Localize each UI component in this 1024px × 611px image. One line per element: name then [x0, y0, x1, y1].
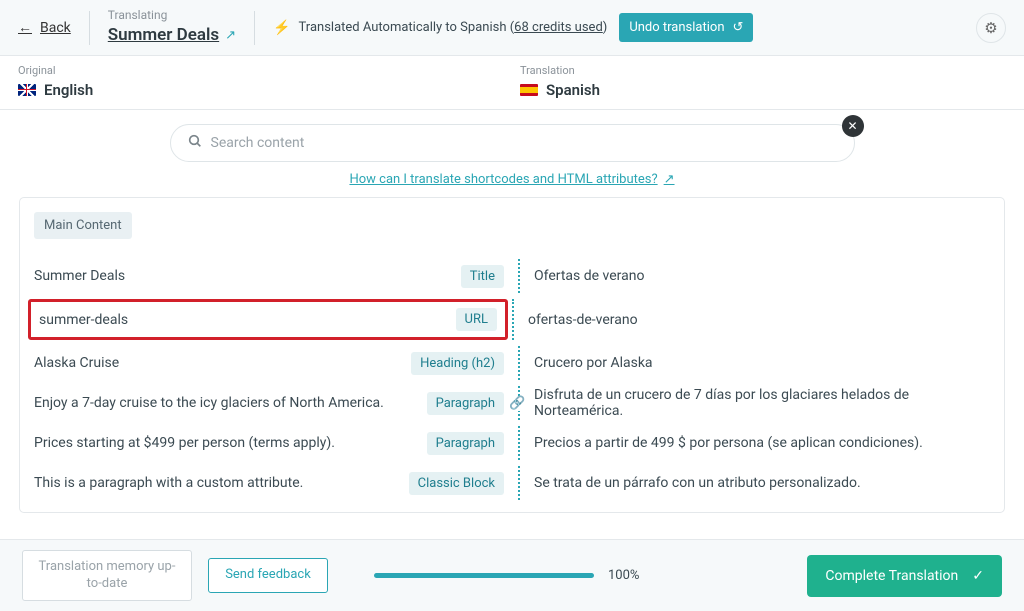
language-bar: Original English Translation Spanish	[0, 56, 1024, 110]
check-icon: ✓	[972, 568, 984, 584]
complete-label: Complete Translation	[825, 568, 958, 584]
settings-button[interactable]: ⚙	[976, 13, 1006, 43]
translation-text[interactable]: Crucero por Alaska	[534, 355, 990, 371]
translation-row[interactable]: Summer Deals Title Ofertas de verano	[34, 257, 990, 295]
original-language-column: Original English	[18, 64, 504, 99]
close-search-button[interactable]: ✕	[842, 115, 864, 137]
translation-row[interactable]: This is a paragraph with a custom attrib…	[34, 464, 990, 502]
source-text: This is a paragraph with a custom attrib…	[34, 475, 303, 491]
source-cell[interactable]: Prices starting at $499 per person (term…	[34, 432, 514, 455]
back-label: Back	[40, 20, 71, 36]
gear-icon: ⚙	[984, 19, 997, 37]
search-input[interactable]	[211, 135, 838, 151]
footer-bar: Translation memory up-to-date Send feedb…	[0, 539, 1024, 611]
source-cell[interactable]: This is a paragraph with a custom attrib…	[34, 472, 514, 495]
translating-block: Translating Summer Deals ↗	[108, 7, 236, 48]
auto-msg-prefix: Translated Automatically to Spanish (	[299, 20, 515, 35]
translation-language-column: Translation Spanish	[504, 64, 1006, 99]
translation-rows: Summer Deals Title Ofertas de verano summer…	[34, 257, 990, 502]
translation-language-name: Spanish	[546, 81, 600, 99]
top-bar: ← Back Translating Summer Deals ↗ ⚡ Tran…	[0, 0, 1024, 56]
translation-row[interactable]: Alaska Cruise Heading (h2) Crucero por Ala…	[34, 344, 990, 382]
column-divider	[518, 426, 520, 460]
flag-icon-en	[18, 84, 36, 96]
translation-row[interactable]: summer-deals URL ofertas-de-verano	[34, 297, 990, 342]
translation-text[interactable]: Se trata de un párrafo con un atributo p…	[534, 475, 990, 491]
auto-translate-message: ⚡ Translated Automatically to Spanish (6…	[273, 20, 607, 36]
content-type-badge: Heading (h2)	[411, 352, 504, 375]
content-type-badge: Paragraph	[427, 392, 504, 415]
external-link-icon: ↗	[225, 27, 236, 45]
source-text: Prices starting at $499 per person (term…	[34, 435, 335, 451]
source-text: summer-deals	[39, 312, 128, 328]
external-link-icon: ↗	[664, 172, 675, 187]
page-title-row[interactable]: Summer Deals ↗	[108, 24, 236, 48]
source-cell[interactable]: Summer Deals Title	[34, 265, 514, 288]
original-label: Original	[18, 64, 504, 77]
translation-text[interactable]: Precios a partir de 499 $ por persona (s…	[534, 435, 990, 451]
credits-link[interactable]: 68 credits used	[514, 20, 603, 35]
progress-section: 100%	[344, 568, 791, 583]
search-box[interactable]: ✕	[170, 124, 855, 162]
section-title-badge: Main Content	[34, 212, 132, 239]
translation-text[interactable]: Ofertas de verano	[534, 268, 990, 284]
translating-label: Translating	[108, 7, 236, 24]
send-feedback-button[interactable]: Send feedback	[208, 558, 328, 593]
source-cell[interactable]: summer-deals URL	[28, 299, 508, 340]
help-link-text: How can I translate shortcodes and HTML …	[349, 172, 657, 187]
undo-translation-button[interactable]: Undo translation ↺	[619, 13, 753, 42]
source-text: Summer Deals	[34, 268, 125, 284]
translation-memory-status: Translation memory up-to-date	[22, 550, 192, 602]
auto-msg-suffix: )	[603, 20, 608, 35]
source-text: Enjoy a 7-day cruise to the icy glaciers…	[34, 395, 384, 411]
undo-label: Undo translation	[629, 20, 724, 35]
content-type-badge: Classic Block	[409, 472, 504, 495]
translation-row[interactable]: Prices starting at $499 per person (term…	[34, 424, 990, 462]
column-divider	[518, 259, 520, 293]
divider	[89, 11, 90, 45]
progress-bar	[374, 573, 594, 578]
source-cell[interactable]: Enjoy a 7-day cruise to the icy glaciers…	[34, 392, 514, 415]
lightning-icon: ⚡	[273, 20, 290, 36]
translation-text[interactable]: ofertas-de-verano	[528, 312, 990, 328]
back-arrow-icon: ←	[18, 19, 32, 36]
column-divider	[518, 346, 520, 380]
back-link[interactable]: ← Back	[18, 19, 71, 36]
search-icon	[187, 133, 203, 153]
column-divider	[512, 299, 514, 340]
search-section: ✕ How can I translate shortcodes and HTM…	[0, 110, 1024, 197]
column-divider	[518, 466, 520, 500]
divider	[254, 11, 255, 45]
translation-row[interactable]: Enjoy a 7-day cruise to the icy glaciers…	[34, 384, 990, 422]
content-type-badge: Paragraph	[427, 432, 504, 455]
flag-icon-es	[520, 84, 538, 96]
translation-text[interactable]: Disfruta de un crucero de 7 días por los…	[534, 387, 990, 419]
progress-percent: 100%	[608, 568, 639, 583]
column-divider	[518, 386, 520, 420]
translation-label: Translation	[520, 64, 1006, 77]
shortcodes-help-link[interactable]: How can I translate shortcodes and HTML …	[349, 172, 674, 187]
content-type-badge: Title	[461, 265, 504, 288]
close-icon: ✕	[847, 119, 857, 133]
source-text: Alaska Cruise	[34, 355, 119, 371]
source-cell[interactable]: Alaska Cruise Heading (h2)	[34, 352, 514, 375]
content-panel: Main Content Summer Deals Title Ofertas de…	[19, 197, 1005, 513]
page-title: Summer Deals	[108, 24, 219, 48]
content-type-badge: URL	[456, 308, 497, 331]
complete-translation-button[interactable]: Complete Translation ✓	[807, 555, 1002, 597]
original-language-name: English	[44, 81, 93, 99]
undo-icon: ↺	[733, 20, 744, 35]
